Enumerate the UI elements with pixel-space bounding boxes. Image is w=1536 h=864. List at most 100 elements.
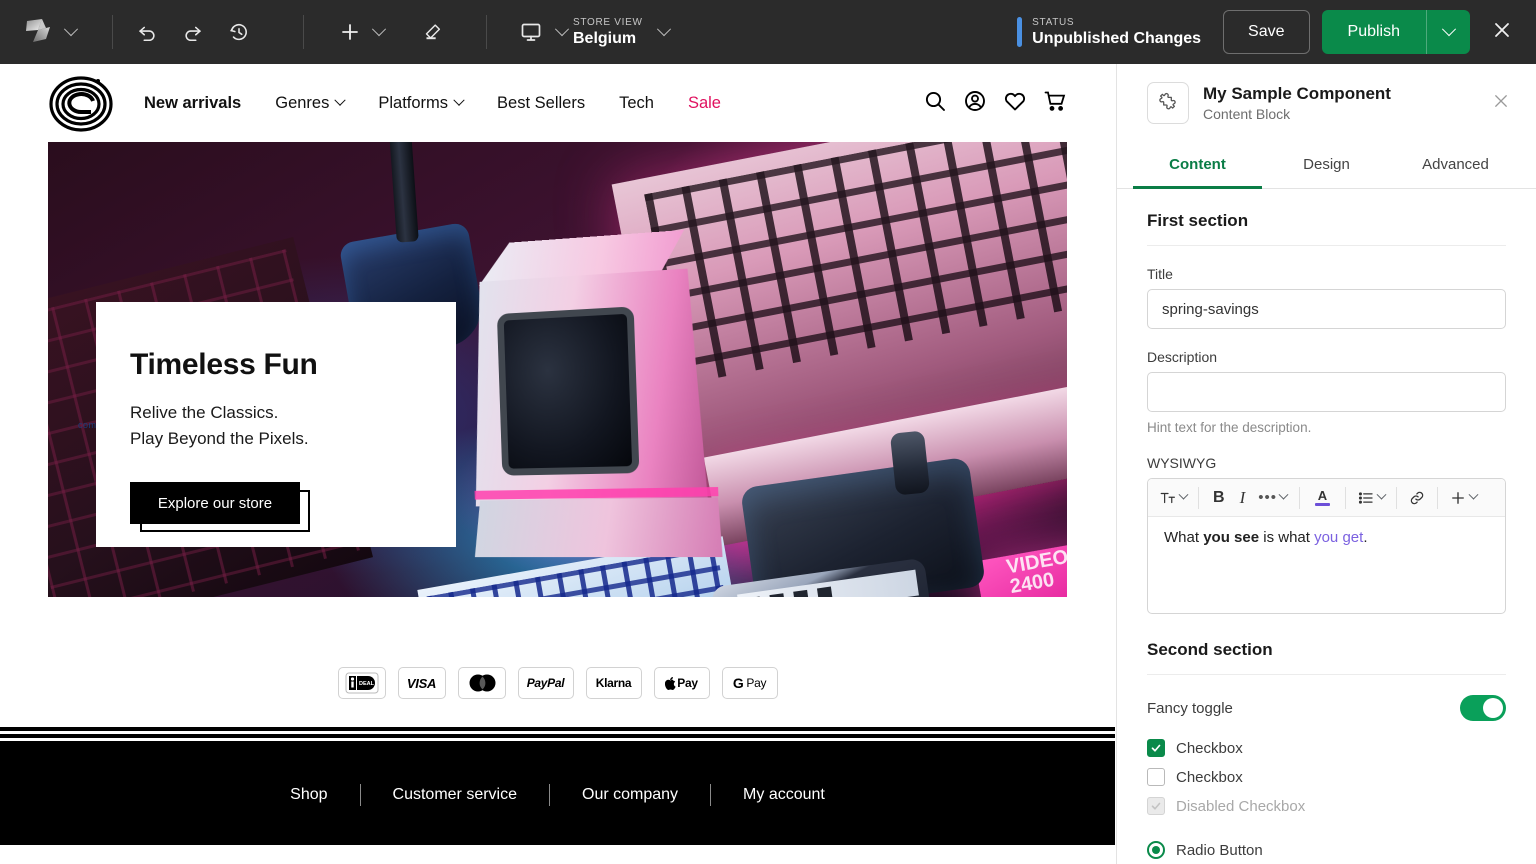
wysiwyg-text-part-2: is what [1259,529,1315,546]
footer-links: Shop Customer service Our company My acc… [258,784,857,806]
hero-cta-button[interactable]: Explore our store [130,482,300,524]
italic-icon[interactable]: I [1233,488,1253,508]
footer-link-our-company[interactable]: Our company [550,786,710,804]
footer-link-shop[interactable]: Shop [258,786,359,804]
tab-advanced[interactable]: Advanced [1391,144,1520,189]
hero-subtitle: Relive the Classics. Play Beyond the Pix… [130,400,422,452]
radio-button-label: Radio Button [1176,841,1263,859]
chevron-down-icon [63,22,79,37]
toolbar-divider [112,15,113,49]
brand-logo-button[interactable] [24,17,79,47]
wishlist-heart-icon[interactable] [1003,89,1027,118]
wysiwyg-editor: B I ••• A What you see is what you get. [1147,478,1506,614]
spiral-logo-icon[interactable] [48,70,114,136]
nav-item-tech[interactable]: Tech [619,94,654,113]
radio-button-row: Radio Button [1147,841,1506,859]
checkbox-label: Checkbox [1176,768,1243,786]
account-icon[interactable] [963,89,987,118]
close-editor-button[interactable] [1490,18,1514,47]
footer-link-my-account[interactable]: My account [711,786,857,804]
checkbox-disabled [1147,797,1165,815]
fancy-toggle-row: Fancy toggle [1147,695,1506,721]
tab-content[interactable]: Content [1133,144,1262,189]
apple-pay-label: Pay [677,676,698,690]
checkbox-unchecked[interactable] [1147,768,1165,786]
puzzle-piece-icon [1147,82,1189,124]
hero-subtitle-line-2: Play Beyond the Pixels. [130,429,309,448]
toolbar-divider [303,15,304,49]
footer-link-customer-service[interactable]: Customer service [361,786,549,804]
checkbox-checked[interactable] [1147,739,1165,757]
status-value: Unpublished Changes [1032,30,1202,47]
save-button[interactable]: Save [1223,10,1310,54]
checkbox-label: Checkbox [1176,739,1243,757]
search-icon[interactable] [923,89,947,118]
checkbox-label-disabled: Disabled Checkbox [1176,797,1306,815]
description-input[interactable] [1147,372,1506,412]
panel-tabs: Content Design Advanced [1117,144,1536,189]
redo-button[interactable] [173,12,213,52]
store-header-icons [923,89,1067,118]
bullet-list-icon[interactable] [1355,486,1387,510]
chevron-down-icon[interactable] [656,22,671,37]
radio-button-selected[interactable] [1147,841,1165,859]
nav-label: Platforms [378,93,449,112]
klarna-payment-icon: Klarna [585,667,642,699]
eraser-button[interactable] [412,12,452,52]
nav-item-best-sellers[interactable]: Best Sellers [497,94,585,113]
text-color-icon[interactable]: A [1309,489,1336,506]
tab-design[interactable]: Design [1262,144,1391,189]
publish-options-button[interactable] [1426,10,1470,54]
wysiwyg-group-format: B I ••• [1199,479,1299,516]
history-button[interactable] [219,12,259,52]
apple-pay-payment-icon: Pay [653,667,710,699]
fancy-toggle[interactable] [1460,695,1506,721]
klarna-label: Klarna [595,676,632,690]
second-section-heading: Second section [1147,640,1273,659]
nav-item-genres[interactable]: Genres [275,94,347,113]
more-formats-icon[interactable]: ••• [1255,490,1290,505]
stripe [0,727,1115,731]
shopping-cart-icon[interactable] [1043,89,1067,118]
wysiwyg-group-list [1346,479,1396,516]
toggle-knob [1483,698,1503,718]
panel-subtitle: Content Block [1203,105,1291,122]
component-settings-panel: My Sample Component Content Block Conten… [1116,64,1536,864]
svg-text:DEAL: DEAL [359,681,375,687]
brand-logo-icon [24,17,58,47]
panel-title: My Sample Component [1203,83,1391,103]
undo-button[interactable] [127,12,167,52]
publish-button[interactable]: Publish [1321,10,1426,54]
text-style-icon[interactable] [1157,486,1189,510]
nav-item-new-arrivals[interactable]: New arrivals [144,94,241,113]
wysiwyg-toolbar: B I ••• A [1148,479,1505,517]
wysiwyg-text-link[interactable]: you get [1314,529,1363,546]
wysiwyg-group-insert [1438,479,1488,516]
title-field-label: Title [1147,266,1173,282]
title-input[interactable] [1147,289,1506,329]
nav-item-platforms[interactable]: Platforms [378,93,465,113]
wysiwyg-content[interactable]: What you see is what you get. [1148,517,1505,613]
add-button[interactable] [330,12,370,52]
wysiwyg-text-bold: you see [1203,529,1260,546]
section-divider [1147,674,1506,675]
link-icon[interactable] [1406,486,1428,510]
first-section-heading: First section [1147,211,1249,230]
panel-close-button[interactable] [1488,88,1514,119]
wysiwyg-group-color: A [1300,479,1345,516]
hero-content-card: Timeless Fun Relive the Classics. Play B… [96,302,456,547]
status-indicator: STATUS Unpublished Changes [1017,16,1201,48]
hero-banner: commodore CBM VIDEO 2400 Timeless Fun Re… [48,142,1067,597]
store-view-selector[interactable]: STORE VIEW Belgium [573,16,643,48]
chevron-down-icon[interactable] [371,22,387,37]
device-selector[interactable] [511,12,570,52]
wysiwyg-text-part-3: . [1363,529,1368,546]
desktop-icon[interactable] [511,12,551,52]
nav-item-sale[interactable]: Sale [688,94,721,113]
google-pay-label: Pay [746,676,767,690]
chevron-down-icon[interactable] [554,22,570,37]
hero-title: Timeless Fun [130,348,318,381]
bold-icon[interactable]: B [1208,489,1230,507]
insert-icon[interactable] [1447,486,1479,510]
publish-button-group: Publish [1321,10,1470,54]
